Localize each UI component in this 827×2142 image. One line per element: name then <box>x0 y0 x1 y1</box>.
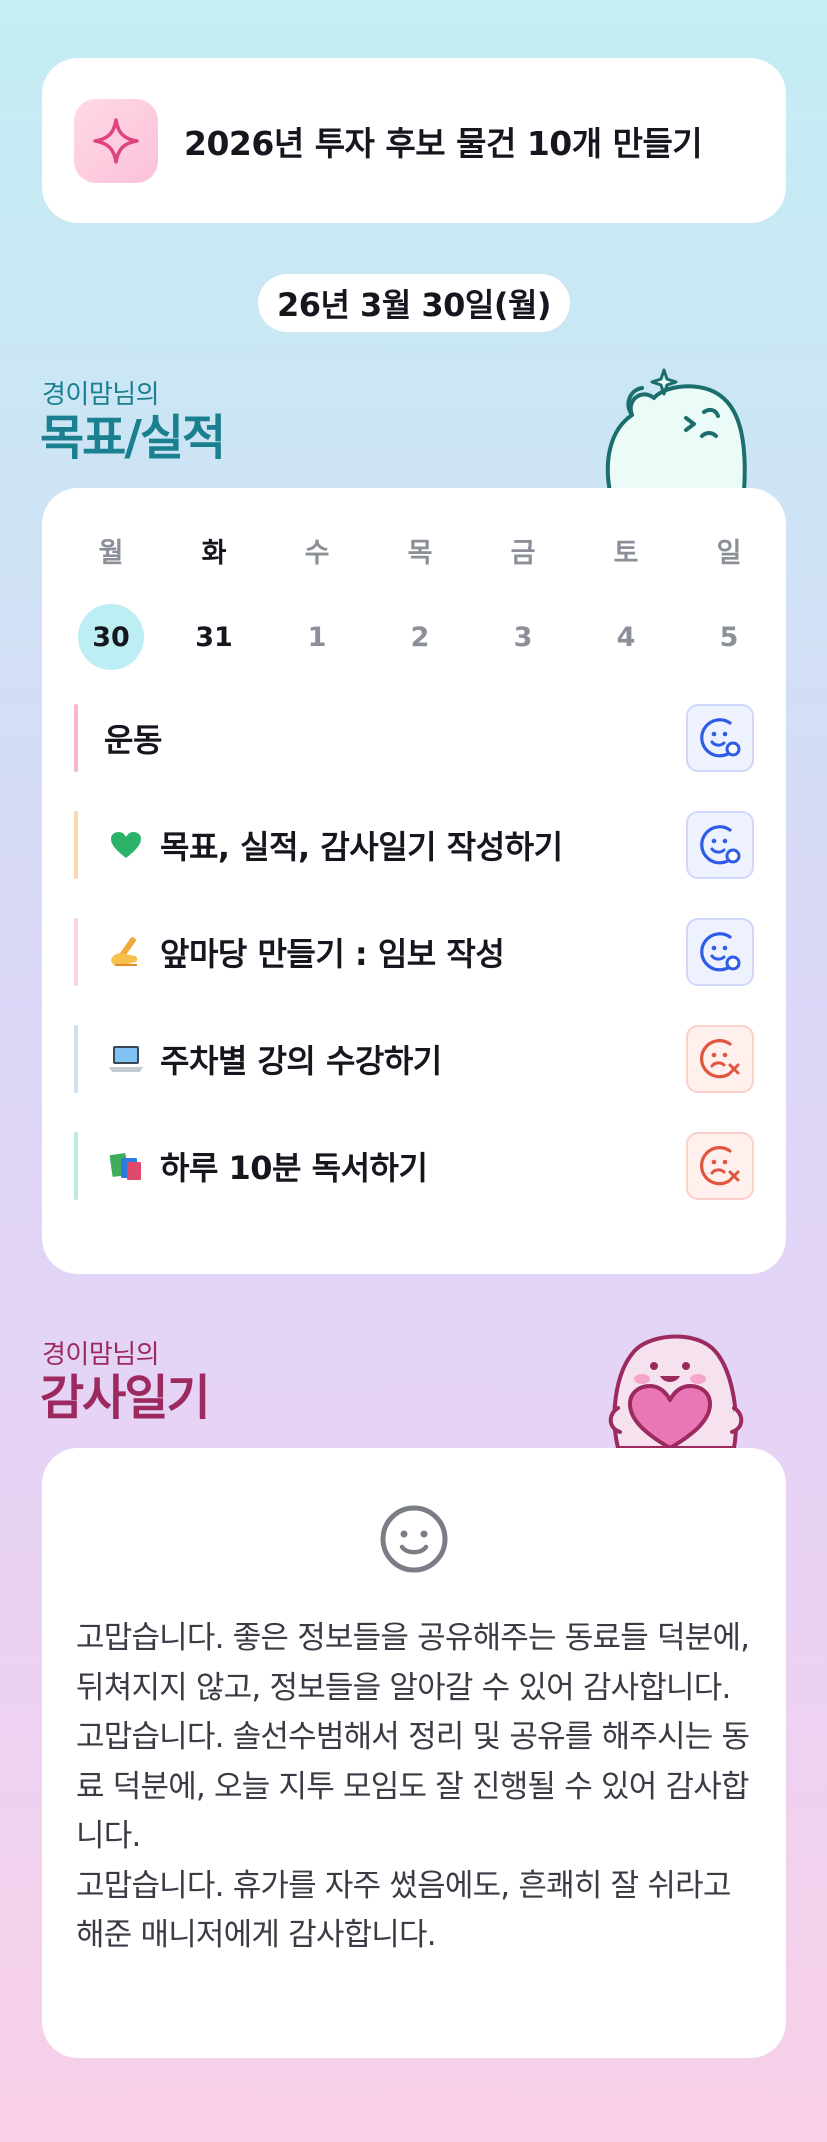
day-wednesday[interactable]: 수 1 <box>284 532 350 670</box>
status-done-button[interactable] <box>686 811 754 879</box>
smile-check-icon <box>700 718 741 758</box>
day-friday[interactable]: 금 3 <box>490 532 556 670</box>
smile-check-icon <box>700 825 741 865</box>
mascot-heart-character <box>608 1334 744 1448</box>
day-monday[interactable]: 월 30 <box>78 532 144 670</box>
diary-entry: 고맙습니다. 솔선수범해서 정리 및 공유를 해주시는 동료 덕분에, 오늘 지… <box>76 1719 750 1854</box>
day-name: 금 <box>510 537 536 569</box>
task-item: 주차별 강의 수강하기 <box>74 1025 754 1093</box>
task-list: 운동 목표, 실적, 감사일기 작성하기 앞마당 만들기: 임보 작성 주차별… <box>74 704 754 1239</box>
day-number: 31 <box>195 621 233 653</box>
goals-card: 월 30 화 31 수 1 목 2 금 3 토 4 일 5 운동 목표, 실적,… <box>42 488 786 1274</box>
mascot-character <box>605 368 747 492</box>
day-number: 30 <box>78 604 144 670</box>
green-heart-icon <box>106 825 146 865</box>
status-fail-button[interactable] <box>686 1025 754 1093</box>
smile-check-icon <box>700 932 741 972</box>
day-saturday[interactable]: 토 4 <box>593 532 659 670</box>
day-number: 2 <box>410 621 430 653</box>
goal-card[interactable]: 2026년 투자 후보 물건 10개 만들기 <box>42 58 786 223</box>
diary-section-title: 감사일기 <box>40 1370 211 1426</box>
sparkle-icon <box>74 98 158 183</box>
day-thursday[interactable]: 목 2 <box>387 532 453 670</box>
task-label: 앞마당 만들기 : 임보 작성 <box>160 935 505 973</box>
day-name: 화 <box>201 537 227 569</box>
books-icon <box>106 1146 146 1186</box>
task-color-bar <box>74 1132 78 1200</box>
task-item: 목표, 실적, 감사일기 작성하기 <box>74 811 754 879</box>
diary-entry: 고맙습니다. 좋은 정보들을 공유해주는 동료들 덕분에, 뒤쳐지지 않고, 정… <box>76 1620 750 1706</box>
laptop-icon <box>106 1039 146 1079</box>
week-strip: 월 30 화 31 수 1 목 2 금 3 토 4 일 5 <box>78 532 762 670</box>
writing-hand-icon <box>106 932 146 972</box>
task-item: 하루 10분 독서하기 <box>74 1132 754 1200</box>
task-label: 목표, 실적, 감사일기 작성하기 <box>160 828 563 866</box>
sad-x-icon <box>699 1039 740 1079</box>
task-color-bar <box>74 811 78 879</box>
day-name: 토 <box>613 537 639 569</box>
task-label: 하루 10분 독서하기 <box>160 1149 428 1187</box>
gratitude-diary-card: 고맙습니다. 좋은 정보들을 공유해주는 동료들 덕분에, 뒤쳐지지 않고, 정… <box>42 1448 786 2058</box>
goals-section-title: 목표/실적 <box>40 410 226 466</box>
diary-text: 고맙습니다. 좋은 정보들을 공유해주는 동료들 덕분에, 뒤쳐지지 않고, 정… <box>76 1614 766 1961</box>
day-sunday[interactable]: 일 5 <box>696 532 762 670</box>
task-color-bar <box>74 918 78 986</box>
day-name: 수 <box>304 537 330 569</box>
diary-entry: 고맙습니다. 휴가를 자주 썼음에도, 흔쾌히 잘 쉬라고 해준 매니저에게 감… <box>76 1867 731 1954</box>
goal-title: 2026년 투자 후보 물건 10개 만들기 <box>184 123 703 163</box>
task-label: 주차별 강의 수강하기 <box>160 1042 442 1080</box>
day-name: 목 <box>407 537 433 569</box>
day-tuesday[interactable]: 화 31 <box>181 532 247 670</box>
day-number: 4 <box>616 621 636 653</box>
day-number: 3 <box>513 621 533 653</box>
smile-face-icon <box>380 1505 448 1573</box>
task-item: 운동 <box>74 704 754 772</box>
task-color-bar <box>74 704 78 772</box>
day-name: 월 <box>98 537 124 569</box>
day-number: 1 <box>307 621 327 653</box>
sad-x-icon <box>699 1146 740 1186</box>
status-done-button[interactable] <box>686 918 754 986</box>
day-name: 일 <box>716 537 742 569</box>
day-number: 5 <box>719 621 739 653</box>
status-done-button[interactable] <box>686 704 754 772</box>
task-label: 운동 <box>104 721 162 759</box>
status-fail-button[interactable] <box>686 1132 754 1200</box>
date-label[interactable]: 26년 3월 30일(월) <box>258 274 570 332</box>
task-color-bar <box>74 1025 78 1093</box>
task-item: 앞마당 만들기 : 임보 작성 <box>74 918 754 986</box>
